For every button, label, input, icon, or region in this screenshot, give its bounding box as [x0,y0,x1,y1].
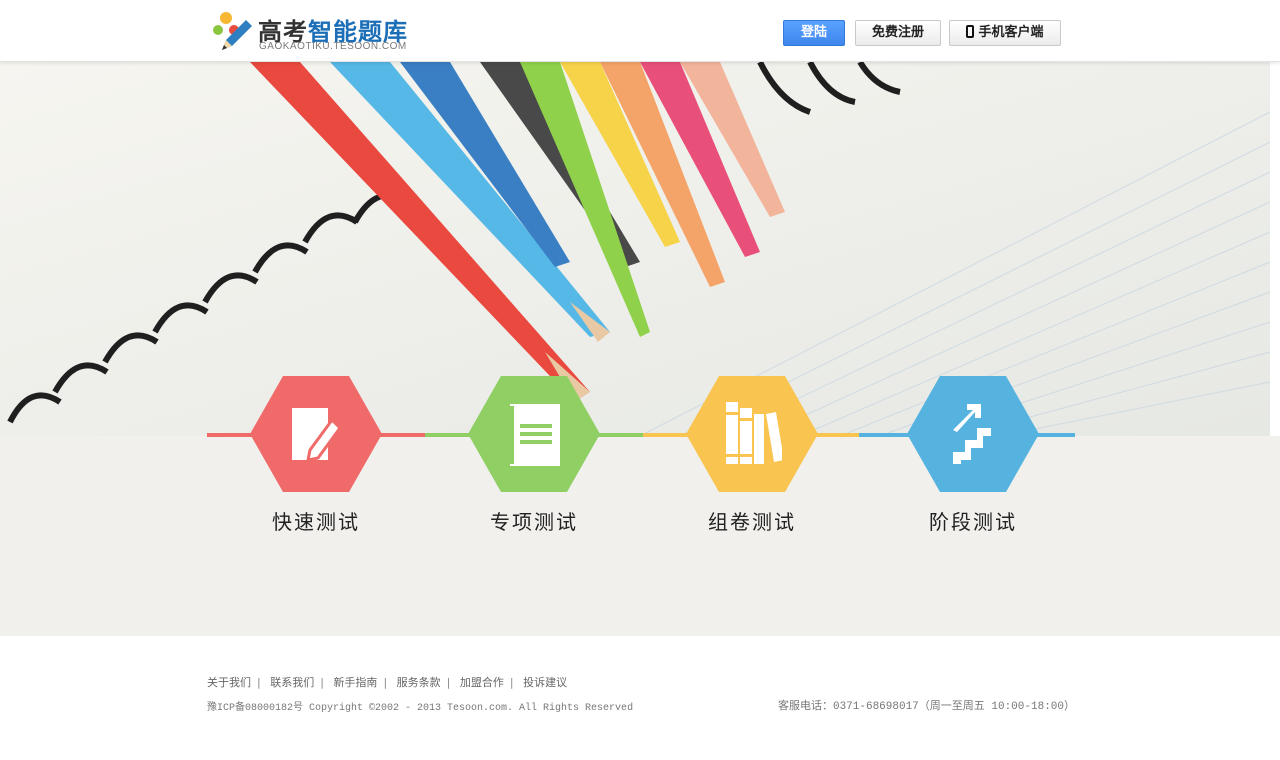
footer: 关于我们 | 联系我们 | 新手指南 | 服务条款 | 加盟合作 | 投诉建议 豫ICP备… [0,636,1280,760]
pencils-notebook-illustration [0,62,1280,436]
site-domain: GAOKAOTIKU.TESOON.COM [259,41,407,52]
mobile-client-button[interactable]: 手机客户端 [949,20,1061,46]
feature-stage-test-label[interactable]: 阶段测试 [873,506,1073,535]
phone-icon [966,25,975,38]
stairs-up-icon [953,404,991,464]
register-button[interactable]: 免费注册 [855,20,941,46]
feature-special-test-label[interactable]: 专项测试 [434,506,634,535]
feature-compose-test[interactable] [686,376,818,492]
login-button[interactable]: 登陆 [783,20,845,46]
feature-compose-test-label[interactable]: 组卷测试 [652,506,852,535]
feature-stage-test[interactable] [907,376,1039,492]
books-on-shelf-icon [726,402,782,464]
copyright-text: 豫ICP备08000182号 Copyright ©2002 - 2013 Te… [207,703,634,714]
feature-quick-test-label[interactable]: 快速测试 [216,506,416,535]
footer-link-partner[interactable]: 加盟合作 [460,676,504,689]
footer-link-guide[interactable]: 新手指南 [333,676,377,689]
footer-link-feedback[interactable]: 投诉建议 [523,676,567,689]
mobile-client-label: 手机客户端 [978,25,1044,40]
hero-edge [1270,62,1280,436]
pencil-logo-icon [213,12,252,50]
hero-banner [0,62,1280,436]
feature-quick-test[interactable] [250,376,382,492]
edit-document-icon [292,408,342,462]
footer-links: 关于我们 | 联系我们 | 新手指南 | 服务条款 | 加盟合作 | 投诉建议 [207,676,568,689]
feature-panel [0,436,1280,636]
book-icon [508,404,560,466]
footer-link-terms[interactable]: 服务条款 [397,676,441,689]
site-logo[interactable]: 高考智能题库 GAOKAOTIKU.TESOON.COM [212,10,412,54]
top-header: 高考智能题库 GAOKAOTIKU.TESOON.COM 登陆 免费注册 手机客… [0,0,1280,62]
service-phone: 客服电话：0371-68698017（周一至周五 10:00-18:00） [777,701,1075,713]
footer-link-about[interactable]: 关于我们 [207,676,251,689]
feature-special-test[interactable] [468,376,600,492]
footer-link-contact[interactable]: 联系我们 [270,676,314,689]
